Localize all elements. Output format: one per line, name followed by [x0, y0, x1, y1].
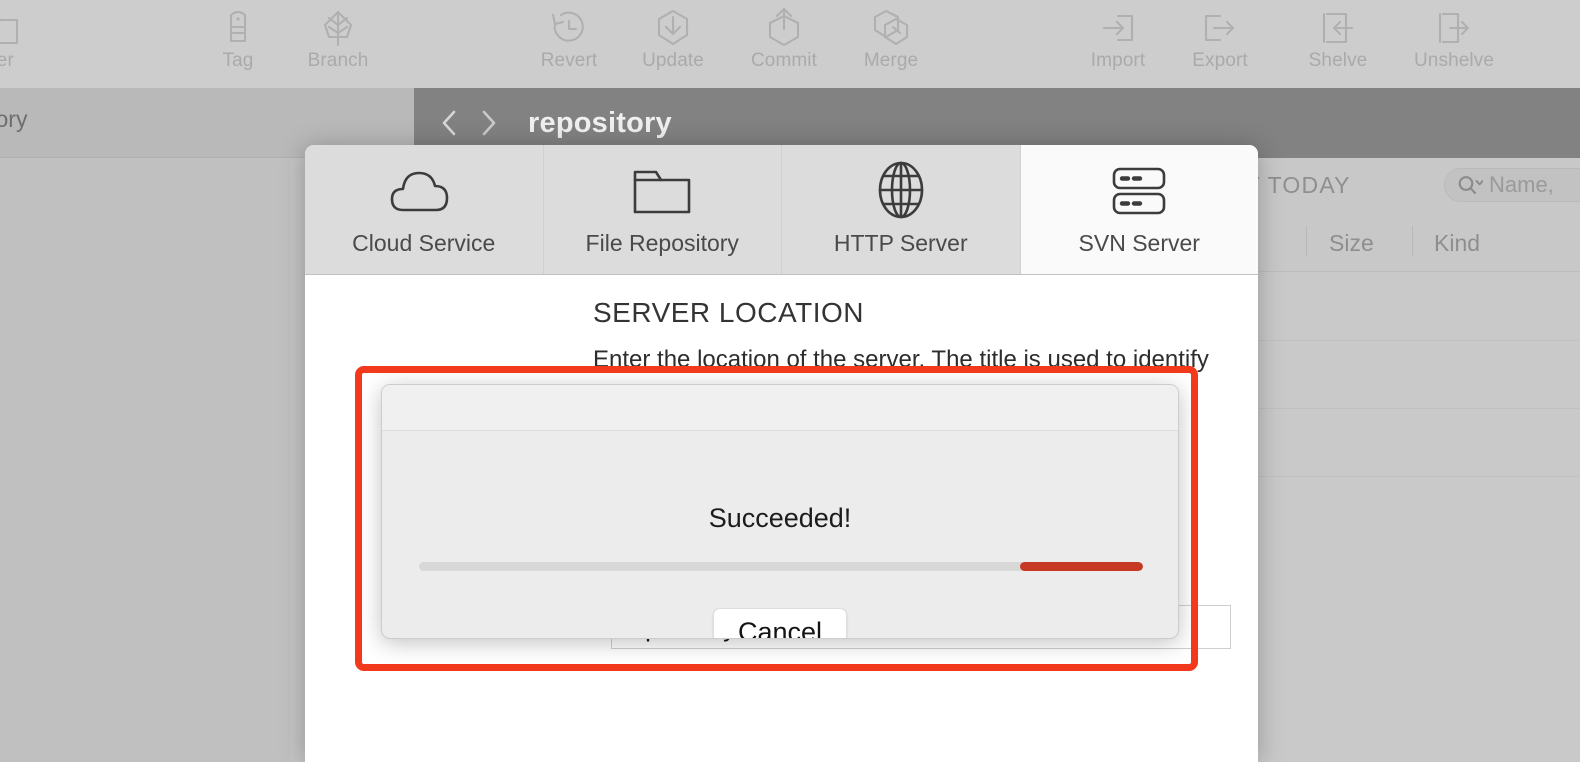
toolbar-button-der[interactable]: der: [0, 6, 48, 72]
toolbar-button-branch[interactable]: Branch: [290, 6, 386, 72]
toolbar-button-label: Import: [1090, 50, 1146, 71]
search-input[interactable]: Name,: [1444, 168, 1580, 202]
sheet-tab-svn-server[interactable]: SVN Server: [1020, 145, 1258, 274]
toolbar-button-label: Export: [1192, 50, 1248, 71]
shelve-icon: [1290, 6, 1386, 50]
import-icon: [1070, 6, 1166, 50]
back-button[interactable]: [436, 106, 462, 140]
toolbar-button-label: der: [0, 50, 14, 71]
toolbar-button-label: Revert: [540, 50, 598, 71]
toolbar-button-merge[interactable]: Merge: [843, 6, 939, 72]
commit-upload-icon: [736, 6, 832, 50]
chevron-left-icon: [442, 110, 456, 136]
toolbar-button-label: Unshelve: [1413, 50, 1494, 71]
toolbar-button-label: Commit: [750, 50, 818, 71]
path-title: repository: [528, 106, 672, 139]
sidebar-shade: [0, 158, 290, 762]
toolbar-items: der Tag Branch Revert Update Commit Merg…: [0, 0, 1580, 88]
toolbar-button-revert[interactable]: Revert: [521, 6, 617, 72]
tag-icon: [190, 6, 286, 50]
sheet-tab-label: File Repository: [585, 230, 739, 256]
sheet-tab-label: Cloud Service: [352, 230, 496, 256]
screen-root: der Tag Branch Revert Update Commit Merg…: [0, 0, 1580, 762]
toolbar-button-label: Update: [642, 50, 704, 71]
toolbar-button-import[interactable]: Import: [1070, 6, 1166, 72]
globe-icon: [870, 161, 932, 220]
toolbar-button-export[interactable]: Export: [1172, 6, 1268, 72]
branch-icon: [290, 6, 386, 50]
sheet-tab-file-repository[interactable]: File Repository: [544, 145, 782, 274]
column-header-kind[interactable]: Kind: [1434, 230, 1480, 257]
sidebar-item-label: itory: [0, 106, 28, 132]
toolbar-button-tag[interactable]: Tag: [190, 6, 286, 72]
nav-buttons: [436, 106, 502, 140]
revert-clock-icon: [521, 6, 617, 50]
export-icon: [1172, 6, 1268, 50]
update-download-icon: [625, 6, 721, 50]
progress-bar-fill: [1019, 562, 1143, 571]
toolbar-button-label: Merge: [863, 50, 919, 71]
cloud-icon: [389, 162, 459, 220]
column-separator: [1412, 226, 1413, 256]
sheet-tab-label: HTTP Server: [833, 230, 968, 256]
progress-modal: Succeeded! Cancel: [381, 384, 1179, 639]
server-rack-icon: [1104, 162, 1174, 220]
toolbar-button-label: Shelve: [1308, 50, 1368, 71]
section-description: Enter the location of the server. The ti…: [593, 346, 1209, 373]
folder-icon: [0, 6, 48, 50]
toolbar-button-commit[interactable]: Commit: [736, 6, 832, 72]
toolbar-button-label: Tag: [222, 50, 254, 71]
sheet-tab-http-server[interactable]: HTTP Server: [782, 145, 1021, 274]
cancel-button[interactable]: Cancel: [713, 608, 847, 638]
progress-bar: [419, 562, 1143, 571]
chevron-right-icon: [482, 110, 496, 136]
toolbar-button-unshelve[interactable]: Unshelve: [1406, 6, 1502, 72]
section-title: SERVER LOCATION: [593, 297, 864, 328]
column-header-size[interactable]: Size: [1329, 230, 1374, 257]
forward-button[interactable]: [476, 106, 502, 140]
progress-modal-titlebar[interactable]: [382, 385, 1178, 431]
unshelve-icon: [1406, 6, 1502, 50]
search-placeholder: Name,: [1489, 172, 1554, 197]
progress-status-text: Succeeded!: [708, 503, 852, 533]
toolbar-button-label: Branch: [307, 50, 369, 71]
search-icon: [1458, 176, 1483, 195]
toolbar-button-update[interactable]: Update: [625, 6, 721, 72]
app-toolbar: der Tag Branch Revert Update Commit Merg…: [0, 0, 1580, 88]
sheet-tab-cloud-service[interactable]: Cloud Service: [305, 145, 544, 274]
progress-modal-body: Succeeded! Cancel: [382, 431, 1178, 638]
sheet-tab-label: SVN Server: [1078, 230, 1200, 256]
folder-icon: [629, 162, 695, 220]
sheet-tab-bar: Cloud Service File Repository HTTP Serve…: [305, 145, 1258, 275]
merge-icon: [843, 6, 939, 50]
toolbar-button-shelve[interactable]: Shelve: [1290, 6, 1386, 72]
column-separator: [1306, 226, 1307, 256]
